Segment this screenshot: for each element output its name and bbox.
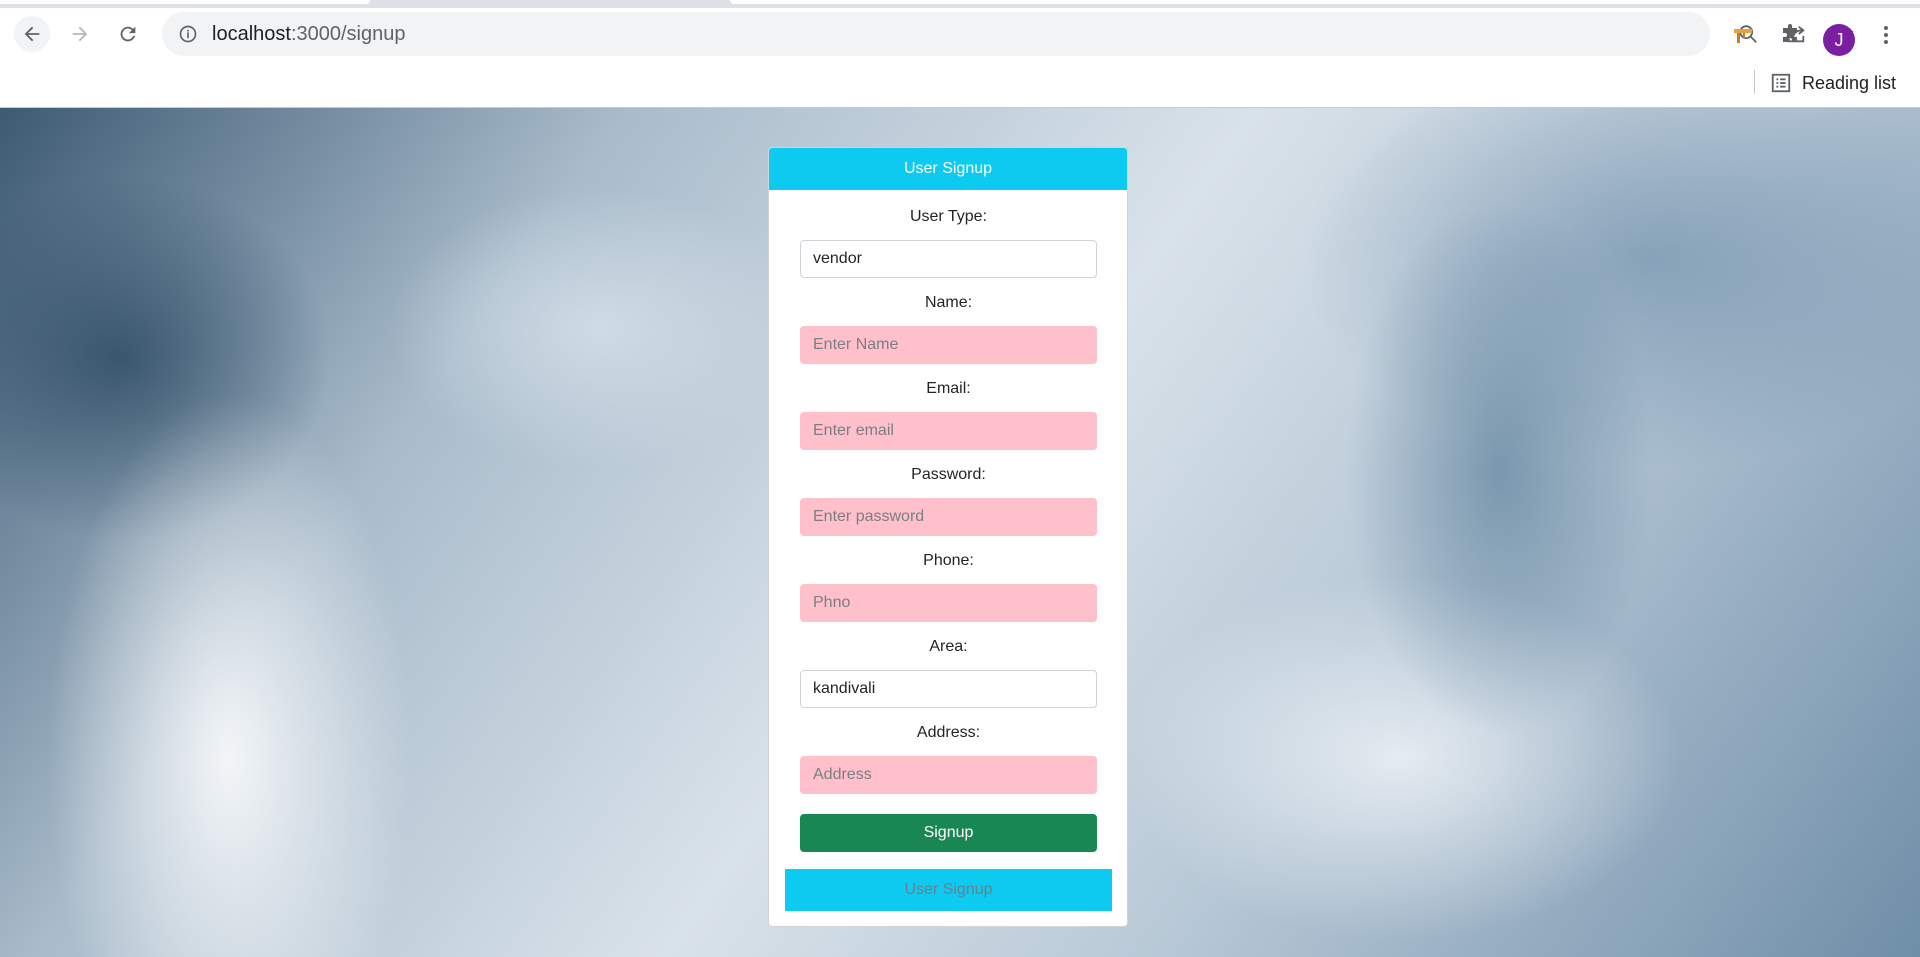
tab-strip (0, 0, 1920, 8)
area-input[interactable] (800, 670, 1097, 708)
page-background: User Signup User Type: Name: Email: Pass… (0, 108, 1920, 957)
url-path: :3000/signup (290, 23, 406, 45)
reload-button[interactable] (110, 16, 146, 52)
signup-button[interactable]: Signup (800, 814, 1097, 852)
arrow-right-icon (72, 26, 88, 42)
address-label: Address: (916, 724, 981, 741)
kebab-menu-icon[interactable] (1873, 22, 1899, 48)
bookmarks-bar: Reading list (0, 58, 1920, 108)
extension-icon[interactable] (1730, 22, 1756, 48)
user-type-input[interactable] (800, 240, 1097, 278)
email-input[interactable] (800, 412, 1097, 450)
tab-edge (0, 0, 370, 4)
area-field: Area: (800, 636, 1097, 708)
email-field: Email: (800, 378, 1097, 450)
password-field: Password: (800, 464, 1097, 536)
puzzle-icon[interactable] (1777, 22, 1803, 48)
phone-field: Phone: (800, 550, 1097, 622)
back-button[interactable] (14, 16, 50, 52)
area-label: Area: (929, 638, 968, 655)
arrow-left-icon (24, 26, 40, 42)
reading-list-icon (1771, 73, 1791, 93)
phone-label: Phone: (923, 552, 974, 569)
profile-avatar[interactable]: J (1823, 24, 1855, 56)
address-input[interactable] (800, 756, 1097, 794)
name-input[interactable] (800, 326, 1097, 364)
password-label: Password: (911, 466, 986, 483)
bookmarks-divider (1754, 70, 1755, 94)
url-host: localhost (212, 23, 291, 45)
reading-list-label: Reading list (1802, 72, 1897, 93)
site-info-icon[interactable] (176, 22, 200, 46)
forward-button[interactable] (62, 16, 98, 52)
card-footer-title: User Signup (785, 869, 1112, 911)
browser-toolbar: localhost:3000/signup J (0, 8, 1920, 58)
user-type-field: User Type: (800, 206, 1097, 278)
email-label: Email: (926, 380, 971, 397)
name-label: Name: (924, 294, 973, 311)
reload-icon (120, 26, 136, 42)
phone-input[interactable] (800, 584, 1097, 622)
reading-list-button[interactable]: Reading list (1770, 68, 1896, 98)
password-input[interactable] (800, 498, 1097, 536)
card-header-title: User Signup (769, 148, 1127, 190)
url-text[interactable]: localhost:3000/signup (212, 23, 405, 46)
tab-edge-right (730, 0, 1920, 4)
address-bar[interactable]: localhost:3000/signup (162, 12, 1854, 56)
name-field: Name: (800, 292, 1097, 364)
address-field: Address: (800, 722, 1097, 794)
signup-card: User Signup User Type: Name: Email: Pass… (768, 147, 1128, 927)
user-type-label: User Type: (909, 208, 988, 225)
